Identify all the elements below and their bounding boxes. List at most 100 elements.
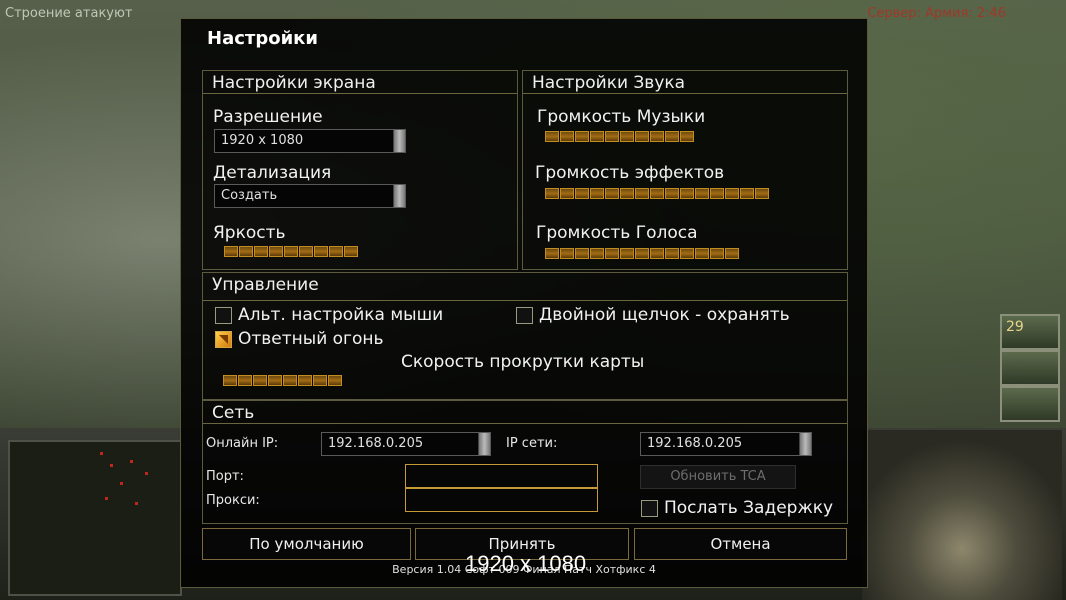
alt-mouse-label: Альт. настройка мыши [238, 305, 444, 325]
resolution-label: Разрешение [213, 107, 323, 127]
slider-segment [253, 375, 267, 386]
slider-segment [680, 131, 694, 142]
voice-volume-label: Громкость Голоса [536, 223, 698, 243]
slider-segment [590, 131, 604, 142]
slider-segment [299, 246, 313, 257]
update-tca-button[interactable]: Обновить TCA [640, 465, 796, 489]
hud-timer-text: Сервер: Армия: 2:46 [867, 6, 1006, 21]
slider-segment [575, 188, 589, 199]
slider-segment [665, 131, 679, 142]
slider-segment [545, 188, 559, 199]
resolution-value: 1920 x 1080 [221, 133, 304, 148]
slider-segment [635, 188, 649, 199]
map-button[interactable] [1000, 386, 1060, 422]
detail-select[interactable]: Создать [214, 184, 406, 208]
slider-segment [560, 131, 574, 142]
slider-segment [695, 248, 709, 259]
slider-segment [650, 131, 664, 142]
display-settings-header: Настройки экрана [203, 71, 517, 94]
proxy-label: Прокси: [206, 493, 260, 508]
slider-segment [575, 131, 589, 142]
default-button[interactable]: По умолчанию [202, 528, 411, 560]
lan-ip-label: IP сети: [506, 436, 558, 451]
slider-segment [740, 188, 754, 199]
controls-panel: Управление Альт. настройка мыши Двойной … [202, 272, 848, 400]
minimap[interactable] [8, 440, 182, 596]
slider-segment [620, 188, 634, 199]
double-click-guard-label: Двойной щелчок - охранять [539, 305, 790, 325]
network-title: Сеть [212, 403, 255, 423]
slider-segment [650, 188, 664, 199]
slider-segment [680, 188, 694, 199]
cancel-button[interactable]: Отмена [634, 528, 847, 560]
brightness-slider[interactable] [224, 246, 358, 257]
slider-segment [298, 375, 312, 386]
slider-segment [635, 131, 649, 142]
music-volume-slider[interactable] [545, 131, 694, 142]
send-delay-checkbox[interactable] [641, 500, 658, 517]
send-delay-label: Послать Задержку [664, 498, 834, 518]
slider-segment [328, 375, 342, 386]
dropdown-arrow-icon[interactable] [393, 185, 405, 207]
return-fire-checkbox[interactable] [215, 331, 232, 348]
slider-segment [223, 375, 237, 386]
scroll-speed-slider[interactable] [223, 375, 342, 386]
resolution-overlay-text: 1920 x 1080 [465, 551, 587, 576]
sound-settings-panel: Настройки Звука Громкость Музыки Громкос… [522, 70, 848, 270]
voice-volume-slider[interactable] [545, 248, 739, 259]
slider-segment [284, 246, 298, 257]
lan-ip-value: 192.168.0.205 [647, 436, 743, 451]
slider-segment [710, 188, 724, 199]
slider-segment [254, 246, 268, 257]
slider-segment [560, 188, 574, 199]
proxy-input[interactable] [405, 488, 598, 512]
slider-segment [605, 131, 619, 142]
unit-build-button[interactable] [1000, 350, 1060, 386]
port-label: Порт: [206, 469, 244, 484]
online-ip-value: 192.168.0.205 [328, 436, 424, 451]
network-header: Сеть [203, 401, 847, 424]
slider-segment [268, 375, 282, 386]
controls-header: Управление [203, 273, 847, 301]
slider-segment [239, 246, 253, 257]
controls-title: Управление [212, 275, 319, 295]
dropdown-arrow-icon[interactable] [799, 433, 811, 455]
slider-segment [680, 248, 694, 259]
detail-label: Детализация [213, 163, 332, 183]
display-settings-panel: Настройки экрана Разрешение 1920 x 1080 … [202, 70, 518, 270]
hud-status-text: Строение атакуют [5, 6, 133, 21]
effects-volume-slider[interactable] [545, 188, 769, 199]
slider-segment [650, 248, 664, 259]
slider-segment [344, 246, 358, 257]
sound-settings-header: Настройки Звука [523, 71, 847, 94]
slider-segment [725, 248, 739, 259]
build-queue-button[interactable]: 29 [1000, 314, 1060, 350]
slider-segment [283, 375, 297, 386]
slider-segment [605, 248, 619, 259]
slider-segment [605, 188, 619, 199]
online-ip-select[interactable]: 192.168.0.205 [321, 432, 491, 456]
resolution-select[interactable]: 1920 x 1080 [214, 129, 406, 153]
slider-segment [224, 246, 238, 257]
slider-segment [545, 248, 559, 259]
slider-segment [329, 246, 343, 257]
slider-segment [665, 188, 679, 199]
slider-segment [665, 248, 679, 259]
slider-segment [635, 248, 649, 259]
slider-segment [590, 188, 604, 199]
port-input[interactable] [405, 464, 598, 488]
slider-segment [590, 248, 604, 259]
music-volume-label: Громкость Музыки [537, 107, 706, 127]
hud-command-panel [862, 430, 1062, 600]
online-ip-label: Онлайн IP: [206, 436, 279, 451]
lan-ip-select[interactable]: 192.168.0.205 [640, 432, 812, 456]
double-click-guard-checkbox[interactable] [516, 307, 533, 324]
settings-dialog: Настройки Настройки экрана Разрешение 19… [180, 18, 868, 588]
slider-segment [575, 248, 589, 259]
alt-mouse-checkbox[interactable] [215, 307, 232, 324]
dropdown-arrow-icon[interactable] [393, 130, 405, 152]
sound-settings-title: Настройки Звука [532, 73, 686, 93]
slider-segment [314, 246, 328, 257]
effects-volume-label: Громкость эффектов [535, 163, 725, 183]
dropdown-arrow-icon[interactable] [478, 433, 490, 455]
